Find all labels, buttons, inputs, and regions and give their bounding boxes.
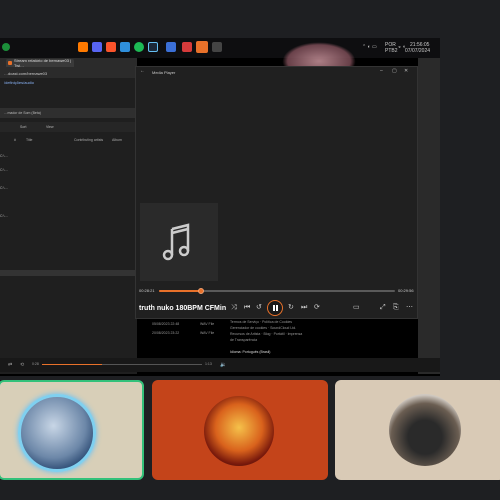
soundcloud-playbar: ⇄ ⟲ 0:28 1:13 🔉 [0,358,440,372]
language-setting[interactable]: Idioma: Português (Brasil) [230,350,270,354]
repeat-icon[interactable]: ⟲ [20,362,24,368]
browser-side-panel [418,58,440,374]
browser-tab-bar: Stream relatório de bernawe03 | Twi… [0,58,137,68]
file-type: WAV File [200,322,215,326]
playbar-elapsed: 0:28 [32,362,39,366]
browser-window: Stream relatório de bernawe03 | Twi… …dc… [0,58,137,374]
avatar [389,394,461,466]
browser-tab[interactable]: Stream relatório de bernawe03 | Twi… [6,58,74,68]
list-item[interactable]: C:\… [0,168,8,172]
song-title: truth nuko 180BPM CFMin [139,305,227,312]
column-header-artists[interactable]: Contributing artists [74,138,103,142]
footer-links[interactable]: Recursos de Artista · Blog · Portátil · … [230,332,302,336]
tray-icons[interactable]: ⌃ ◐ ▭ [362,44,377,50]
forward-icon[interactable]: ↻ [288,303,294,313]
app-icon[interactable] [182,42,192,52]
divider [0,270,137,276]
footer-links[interactable]: Gerenciador de cookies · SoundCloud Ltd. [230,326,296,330]
elapsed-time: 00:28:21 [139,288,155,293]
footer-links[interactable]: Termos de Serviço · Política de Cookies [230,320,292,324]
browser-icon[interactable] [78,42,88,52]
list-item[interactable]: C:\… [0,154,8,158]
language-indicator-sub: PTB2 [385,48,398,54]
participant-tile[interactable] [335,380,500,480]
back-icon[interactable]: ← [140,68,145,74]
media-player-window: ← Media Player – ▢ ✕ [135,66,418,319]
sort-button[interactable]: Sort [20,125,26,129]
footer-links[interactable]: de Transparência [230,338,257,342]
shuffle-icon[interactable]: ⤨ [231,303,237,313]
address-bar[interactable]: …dcast.com/bernawe03 [0,68,137,78]
clock-date: 07/07/2024 [405,48,431,54]
active-app-icon[interactable] [196,41,208,53]
playbar-track[interactable] [102,364,202,365]
playbar-duration: 1:13 [205,362,212,366]
participant-tile-speaking[interactable] [0,380,144,480]
volume-icon[interactable]: 🔉 [220,362,226,368]
taskbar: ⌃ ◐ ▭ POR PTB2 ◒ ◖ 21:56:05 07/07/2024 [0,38,440,58]
seek-bar-fill [159,290,202,292]
total-duration: 00:29:56 [398,288,414,293]
view-button[interactable]: View [46,125,54,129]
settings-link[interactable]: /definições/audio [0,78,137,86]
brave-icon[interactable] [106,42,116,52]
desktop-wallpaper-art [282,42,356,66]
discord-icon[interactable] [92,42,102,52]
rewind-icon[interactable]: ↺ [256,303,262,313]
playbar-progress[interactable] [42,364,102,365]
file-date: 05/08/2023 22:48 [152,322,180,326]
more-icon[interactable]: ⋯ [406,303,413,313]
column-header-number[interactable]: # [14,138,16,142]
app-icon[interactable] [166,42,176,52]
previous-icon[interactable]: ⏮ [244,303,250,313]
repeat-icon[interactable]: ⟳ [314,303,320,313]
list-item[interactable]: C:\… [0,214,8,218]
seek-bar[interactable] [159,288,395,294]
minimize-icon[interactable]: – [380,68,383,74]
avatar [204,396,274,466]
file-type: WAV File [200,331,215,335]
edge-icon[interactable] [120,42,130,52]
album-art [140,203,218,281]
close-icon[interactable]: ✕ [404,68,408,74]
pause-button[interactable] [267,300,283,316]
spotify-icon[interactable] [134,42,144,52]
maximize-icon[interactable]: ▢ [392,68,397,74]
column-header-album[interactable]: Album [112,138,122,142]
list-item[interactable]: C:\… [0,186,8,190]
steam-icon[interactable] [148,42,158,52]
avatar [18,394,96,472]
player-title: Media Player [152,70,176,75]
music-note-icon [162,223,190,261]
section-title: …mador de Som (Beta) [4,111,41,115]
column-header-title[interactable]: Title [26,138,32,142]
media-player-icon[interactable] [212,42,222,52]
next-icon[interactable]: ⏭ [301,303,307,313]
shuffle-icon[interactable]: ⇄ [8,362,12,368]
mini-player-icon[interactable]: ▭ [353,303,360,313]
file-date: 20/08/2023 23:22 [152,331,180,335]
participant-tile[interactable] [152,380,328,480]
cast-icon[interactable]: ⎘ [393,303,399,313]
dots-icon[interactable] [2,43,10,51]
fullscreen-icon[interactable]: ⤢ [380,303,386,313]
